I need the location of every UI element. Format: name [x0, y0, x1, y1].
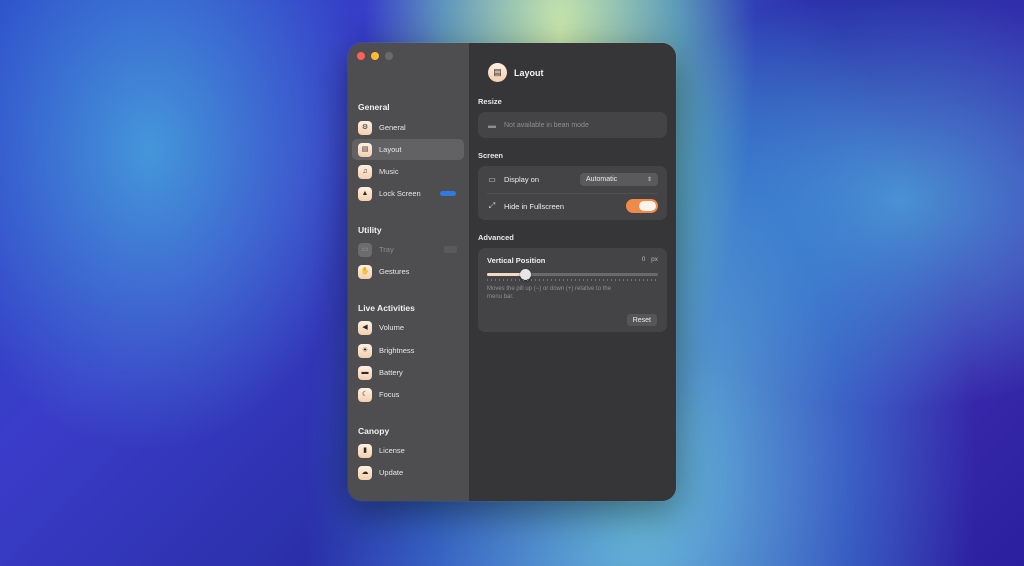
tray-icon: ▭	[358, 242, 372, 257]
vertical-position-slider[interactable]	[487, 269, 658, 280]
license-icon: ▮	[358, 443, 372, 458]
sidebar-item-lock-screen[interactable]: ▲ Lock Screen	[352, 183, 464, 204]
new-badge	[440, 191, 456, 196]
layout-icon: ▤	[488, 63, 507, 82]
zoom-button[interactable]	[385, 52, 393, 60]
sidebar-item-battery[interactable]: ▬ Battery	[352, 362, 464, 383]
sidebar-item-label: Focus	[379, 390, 400, 399]
gear-icon: ⚙	[358, 120, 372, 135]
sidebar-item-music[interactable]: ♫ Music	[352, 161, 464, 182]
page-title: Layout	[514, 67, 544, 78]
soon-badge	[444, 246, 457, 253]
resize-card: ▬ Not available in bean mode	[478, 112, 667, 138]
sidebar-item-label: Update	[379, 468, 404, 477]
help-line-2: menu bar.	[487, 294, 514, 300]
lock-icon: ▲	[358, 186, 372, 201]
page-header: ▤ Layout	[488, 63, 544, 82]
section-label-resize: Resize	[478, 97, 502, 106]
display-on-label: Display on	[504, 174, 540, 184]
minimize-button[interactable]	[371, 52, 379, 60]
hide-fullscreen-toggle[interactable]	[626, 199, 658, 213]
monitor-icon: ▭	[488, 174, 496, 184]
section-title-utility: Utility	[358, 225, 382, 235]
display-on-select[interactable]: Automatic ⇕	[580, 172, 658, 186]
display-on-row: ▭ Display on Automatic ⇕	[478, 172, 667, 186]
sidebar-item-update[interactable]: ☁ Update	[352, 462, 464, 483]
sidebar-item-gestures[interactable]: ✋ Gestures	[352, 261, 464, 282]
sidebar-item-label: Brightness	[379, 346, 415, 355]
moon-icon: ☾	[358, 387, 372, 402]
vertical-position-label: Vertical Position	[487, 256, 546, 265]
sidebar-item-volume[interactable]: ◀ Volume	[352, 317, 464, 338]
vertical-position-value: 0	[641, 256, 646, 263]
slider-fill	[487, 273, 525, 276]
section-title-live-activities: Live Activities	[358, 303, 415, 313]
layout-icon: ▤	[358, 142, 372, 157]
music-icon: ♫	[358, 164, 372, 179]
sidebar-item-label: Battery	[379, 368, 403, 377]
close-button[interactable]	[357, 52, 365, 60]
hand-icon: ✋	[358, 264, 372, 279]
sidebar-item-label: Music	[379, 167, 399, 176]
slider-ticks	[487, 279, 658, 281]
sidebar: General ⚙ General ▤ Layout ♫ Music ▲ Loc…	[348, 43, 469, 501]
sidebar-item-label: License	[379, 446, 405, 455]
cloud-icon: ☁	[358, 465, 372, 480]
hide-fullscreen-row: ⤢ Hide in Fullscreen	[478, 199, 667, 213]
pill-icon: ▬	[488, 120, 496, 130]
battery-icon: ▬	[358, 365, 372, 380]
sidebar-item-layout[interactable]: ▤ Layout	[352, 139, 464, 160]
vertical-position-unit: px	[651, 256, 658, 263]
reset-button[interactable]: Reset	[626, 314, 657, 326]
window-controls	[357, 52, 393, 60]
section-title-canopy: Canopy	[358, 426, 390, 436]
section-label-advanced: Advanced	[478, 233, 514, 242]
toggle-knob	[639, 201, 656, 211]
advanced-card: Vertical Position 0 px Moves the pill up…	[478, 248, 667, 332]
sidebar-item-label: Layout	[379, 145, 402, 154]
vertical-position-readout: 0 px	[642, 256, 658, 263]
settings-window: General ⚙ General ▤ Layout ♫ Music ▲ Loc…	[348, 43, 676, 501]
expand-arrows-icon: ⤢	[488, 201, 496, 210]
sidebar-item-brightness[interactable]: ☀ Brightness	[352, 340, 464, 361]
sidebar-item-label: General	[379, 123, 406, 132]
screen-card: ▭ Display on Automatic ⇕ ⤢ Hide in Fulls…	[478, 166, 667, 220]
hide-fullscreen-label: Hide in Fullscreen	[504, 201, 565, 211]
sidebar-item-general[interactable]: ⚙ General	[352, 117, 464, 138]
main-pane: ▤ Layout Resize ▬ Not available in bean …	[469, 43, 676, 501]
resize-notice: Not available in bean mode	[504, 121, 589, 129]
sidebar-item-tray: ▭ Tray	[352, 239, 464, 260]
sidebar-item-label: Tray	[379, 245, 394, 254]
vertical-position-help: Moves the pill up (−) or down (+) relati…	[487, 285, 611, 301]
speaker-icon: ◀	[358, 320, 372, 335]
help-line-1: Moves the pill up (−) or down (+) relati…	[487, 286, 612, 292]
sidebar-item-license[interactable]: ▮ License	[352, 440, 464, 461]
section-title-general: General	[358, 102, 390, 112]
display-on-value: Automatic	[586, 175, 618, 183]
sidebar-item-label: Lock Screen	[379, 189, 421, 198]
divider	[487, 193, 658, 194]
chevron-updown-icon: ⇕	[646, 176, 652, 183]
sidebar-item-focus[interactable]: ☾ Focus	[352, 384, 464, 405]
sidebar-item-label: Volume	[379, 323, 405, 332]
section-label-screen: Screen	[478, 151, 504, 160]
sun-icon: ☀	[358, 343, 372, 358]
sidebar-item-label: Gestures	[379, 267, 410, 276]
